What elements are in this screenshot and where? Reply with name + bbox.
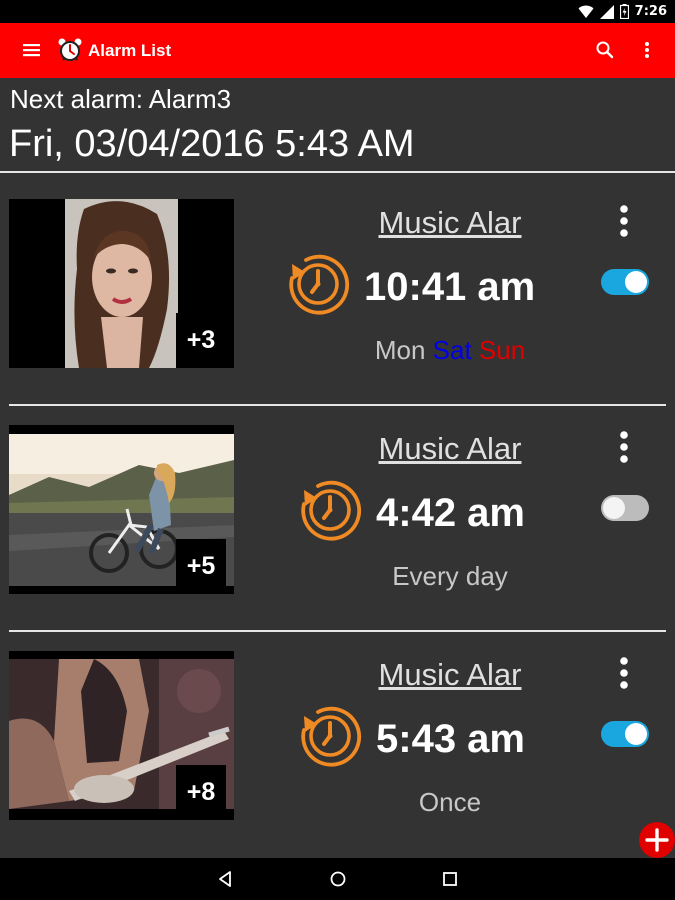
day-spacer bbox=[472, 335, 479, 365]
app-bar: Alarm List bbox=[0, 23, 675, 78]
add-alarm-button[interactable] bbox=[639, 822, 675, 858]
alarm-more-icon[interactable] bbox=[614, 430, 634, 464]
system-nav-bar bbox=[0, 858, 675, 900]
alarm-row[interactable]: +8 Music Alar 5:43 am Once bbox=[0, 624, 675, 850]
alarm-name-link[interactable]: Music Alar bbox=[330, 431, 570, 467]
hamburger-menu-icon[interactable] bbox=[20, 39, 44, 61]
home-icon[interactable] bbox=[328, 869, 348, 889]
alarm-image-thumbnail[interactable]: +8 bbox=[9, 651, 234, 820]
alarm-name-link[interactable]: Music Alar bbox=[330, 205, 570, 241]
signal-icon bbox=[599, 4, 614, 19]
repeat-alarm-icon bbox=[289, 254, 350, 315]
repeat-alarm-icon bbox=[301, 706, 362, 767]
wifi-icon bbox=[578, 5, 594, 18]
day-every: Every day bbox=[392, 561, 508, 591]
image-count-badge: +8 bbox=[176, 765, 226, 820]
alarm-row[interactable]: +3 Music Alar 10:41 am Mon Sat Sun bbox=[0, 172, 675, 398]
add-icon bbox=[645, 828, 669, 852]
alarm-time: 10:41 am bbox=[364, 265, 536, 309]
repeat-alarm-icon bbox=[301, 480, 362, 541]
toggle-knob bbox=[625, 271, 647, 293]
day-sun: Sun bbox=[478, 335, 526, 365]
alarm-days: Mon Sat Sun bbox=[330, 335, 570, 366]
alarm-days: Every day bbox=[330, 561, 570, 592]
alarm-name-link[interactable]: Music Alar bbox=[330, 657, 570, 693]
alarm-clock-icon bbox=[58, 38, 82, 61]
day-sat: Sat bbox=[432, 335, 472, 365]
next-alarm-datetime: Fri, 03/04/2016 5:43 AM bbox=[9, 123, 415, 165]
day-once: Once bbox=[418, 787, 482, 817]
search-icon[interactable] bbox=[594, 39, 616, 61]
image-count-badge: +3 bbox=[176, 313, 226, 368]
alarm-more-icon[interactable] bbox=[614, 204, 634, 238]
battery-icon bbox=[619, 4, 629, 19]
app-title: Alarm List bbox=[88, 41, 172, 60]
alarm-more-icon[interactable] bbox=[614, 656, 634, 690]
alarm-image-thumbnail[interactable]: +5 bbox=[9, 425, 234, 594]
alarm-row[interactable]: +5 Music Alar 4:42 am Every day bbox=[0, 398, 675, 624]
status-time: 7:26 bbox=[634, 4, 667, 19]
alarm-days: Once bbox=[330, 787, 570, 818]
day-spacer bbox=[425, 335, 432, 365]
alarm-image-thumbnail[interactable]: +3 bbox=[9, 199, 234, 368]
image-count-badge: +5 bbox=[176, 539, 226, 594]
day-mon: Mon bbox=[374, 335, 426, 365]
back-icon[interactable] bbox=[215, 869, 235, 889]
alarm-time: 5:43 am bbox=[376, 717, 525, 761]
alarm-enabled-toggle[interactable] bbox=[601, 721, 649, 747]
more-vert-icon[interactable] bbox=[638, 39, 656, 61]
toggle-knob bbox=[603, 497, 625, 519]
alarm-enabled-toggle[interactable] bbox=[601, 269, 649, 295]
alarm-time: 4:42 am bbox=[376, 491, 525, 535]
alarm-enabled-toggle[interactable] bbox=[601, 495, 649, 521]
next-alarm-label: Next alarm: Alarm3 bbox=[10, 84, 232, 114]
toggle-knob bbox=[625, 723, 647, 745]
status-bar: 7:26 bbox=[0, 0, 675, 23]
recents-icon[interactable] bbox=[440, 869, 460, 889]
